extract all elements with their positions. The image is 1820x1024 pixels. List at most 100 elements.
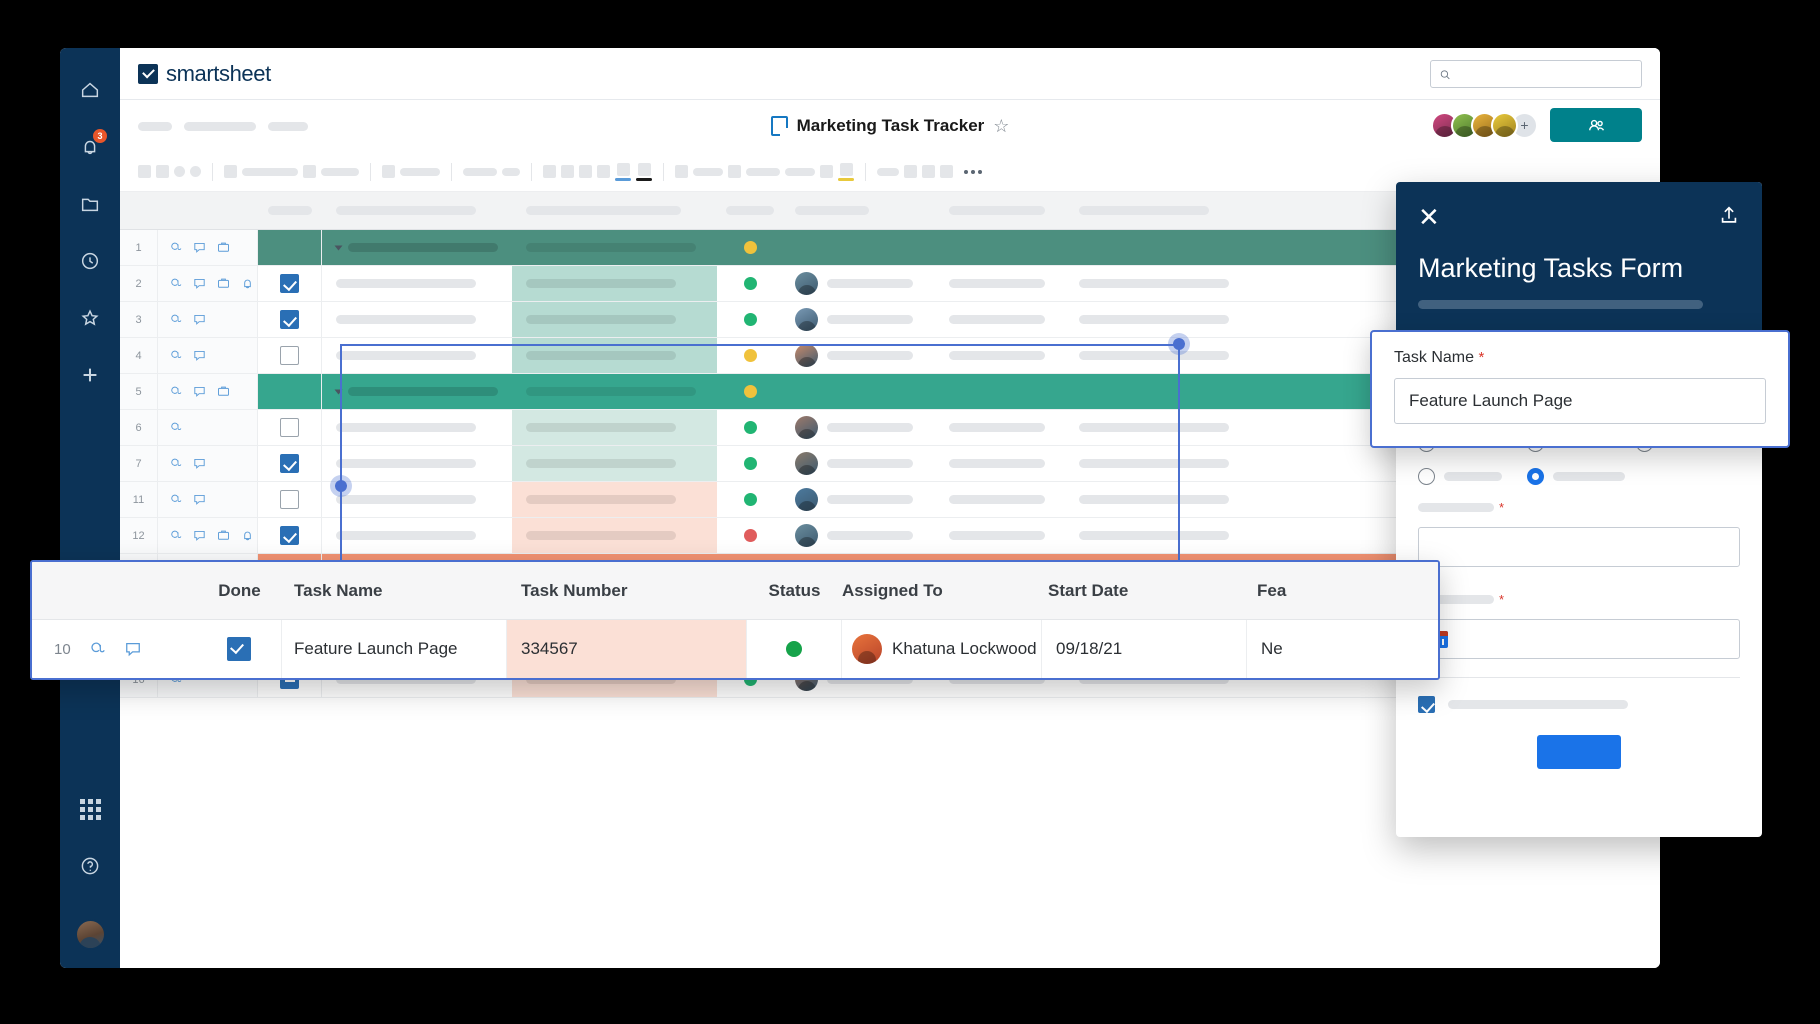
cell-assigned-to[interactable] (783, 446, 935, 481)
cell-done[interactable] (258, 230, 322, 265)
proof-icon[interactable] (216, 276, 231, 291)
cell-task-number[interactable] (512, 374, 717, 409)
cell-status[interactable] (717, 302, 783, 337)
attachment-icon[interactable] (168, 456, 183, 471)
done-checkbox[interactable] (280, 274, 299, 293)
toolbar-button[interactable] (940, 165, 953, 178)
proof-icon[interactable] (216, 384, 231, 399)
cell-assigned-to[interactable] (783, 266, 935, 301)
global-search[interactable] (1430, 60, 1642, 88)
toolbar-button[interactable] (820, 165, 833, 178)
toolbar-button[interactable] (321, 167, 359, 176)
row-icons[interactable] (158, 518, 258, 553)
row-icons[interactable] (158, 374, 258, 409)
collaborator-avatars[interactable]: + (1431, 111, 1538, 139)
attachment-icon[interactable] (168, 384, 183, 399)
row-icons[interactable] (158, 230, 258, 265)
cell-start-date[interactable] (935, 482, 1065, 517)
avatar[interactable] (1491, 111, 1518, 139)
toolbar-fill-color-button[interactable] (636, 162, 652, 181)
toolbar-button[interactable] (382, 165, 395, 178)
cell-task-name[interactable]: Feature Launch Page (282, 620, 507, 678)
toolbar-button[interactable] (224, 165, 237, 178)
selection-handle-top-right[interactable] (1168, 333, 1190, 355)
star-icon[interactable] (70, 298, 110, 338)
cell-start-date[interactable] (935, 302, 1065, 337)
attachment-icon[interactable] (168, 348, 183, 363)
attachment-icon[interactable] (168, 528, 183, 543)
attachment-icon[interactable] (87, 639, 107, 659)
submit-button[interactable] (1537, 735, 1621, 769)
cell-task-name[interactable] (322, 266, 512, 301)
toolbar-button[interactable] (675, 165, 688, 178)
toolbar-button[interactable] (303, 165, 316, 178)
cell-status[interactable] (717, 482, 783, 517)
cell-task-name[interactable] (322, 410, 512, 445)
comment-icon[interactable] (192, 384, 207, 399)
cell-task-number[interactable] (512, 302, 717, 337)
cell-assigned-to[interactable] (783, 482, 935, 517)
form-checkbox[interactable] (1418, 696, 1435, 713)
share-button[interactable] (1550, 108, 1642, 142)
comment-icon[interactable] (192, 528, 207, 543)
toolbar-button[interactable] (877, 167, 899, 176)
cell-start-date[interactable] (935, 518, 1065, 553)
attachment-icon[interactable] (168, 312, 183, 327)
toolbar-button[interactable] (728, 165, 741, 178)
cell-start-date[interactable] (935, 230, 1065, 265)
cell-assigned-to[interactable] (783, 410, 935, 445)
cell-done[interactable] (258, 482, 322, 517)
comment-icon[interactable] (192, 312, 207, 327)
cell-assigned-to[interactable]: Khatuna Lockwood (892, 639, 1037, 659)
cell-done[interactable] (258, 410, 322, 445)
done-checkbox[interactable] (280, 310, 299, 329)
share-form-icon[interactable] (1718, 204, 1740, 231)
toolbar-button[interactable] (400, 167, 440, 176)
cell-feature[interactable]: Ne (1247, 620, 1438, 678)
task-name-input[interactable]: Feature Launch Page (1394, 378, 1766, 424)
cell-status[interactable] (717, 374, 783, 409)
cell-task-name[interactable] (322, 302, 512, 337)
toolbar-button[interactable] (156, 165, 169, 178)
cell-assigned-to[interactable] (783, 302, 935, 337)
form-radio-row[interactable] (1418, 468, 1740, 485)
cell-task-number[interactable]: 334567 (507, 620, 747, 678)
proof-icon[interactable] (216, 240, 231, 255)
comment-icon[interactable] (192, 276, 207, 291)
cell-status[interactable] (717, 230, 783, 265)
radio-option-selected[interactable] (1527, 468, 1544, 485)
folder-icon[interactable] (70, 184, 110, 224)
status-indicator[interactable] (786, 641, 802, 657)
toolbar-button[interactable] (746, 167, 780, 176)
row-icons[interactable] (158, 410, 258, 445)
cell-task-number[interactable] (512, 230, 717, 265)
comment-icon[interactable] (192, 240, 207, 255)
row-icons[interactable] (158, 302, 258, 337)
toolbar-button[interactable] (904, 165, 917, 178)
bell-icon[interactable] (240, 528, 255, 543)
smartsheet-logo[interactable]: smartsheet (138, 61, 271, 87)
home-icon[interactable] (70, 70, 110, 110)
cell-status[interactable] (717, 266, 783, 301)
done-checkbox[interactable] (280, 346, 299, 365)
toolbar-button[interactable] (502, 167, 520, 176)
toolbar-button[interactable] (561, 165, 574, 178)
done-checkbox[interactable] (280, 526, 299, 545)
toolbar-button[interactable] (597, 165, 610, 178)
row-icons[interactable] (158, 446, 258, 481)
cell-task-name[interactable] (322, 446, 512, 481)
attachment-icon[interactable] (168, 492, 183, 507)
cell-start-date[interactable] (935, 446, 1065, 481)
callout-data-row[interactable]: 10 Feature Launch Page 334567 Khatuna Lo… (32, 620, 1438, 678)
cell-task-name[interactable] (322, 230, 512, 265)
cell-start-date[interactable] (935, 410, 1065, 445)
done-checkbox[interactable] (280, 454, 299, 473)
row-icons[interactable] (158, 266, 258, 301)
comment-icon[interactable] (192, 348, 207, 363)
bell-icon[interactable] (240, 276, 255, 291)
toolbar-button[interactable] (785, 167, 815, 176)
toolbar-button[interactable] (138, 165, 151, 178)
cell-task-number[interactable] (512, 410, 717, 445)
row-icons[interactable] (158, 338, 258, 373)
attachment-icon[interactable] (168, 420, 183, 435)
